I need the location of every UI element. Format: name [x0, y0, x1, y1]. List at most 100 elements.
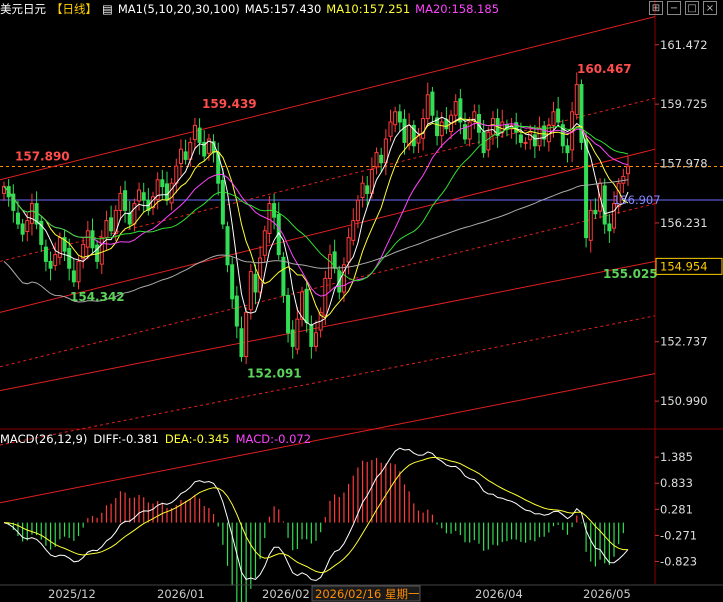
- candle-up: [132, 203, 137, 225]
- candle-down: [234, 295, 239, 327]
- candle-up: [262, 230, 267, 256]
- candle-up: [244, 311, 249, 358]
- candle-up: [472, 111, 477, 120]
- price-tick-label: 159.725: [660, 97, 708, 111]
- period-label[interactable]: 【日线】: [51, 1, 97, 17]
- candle-up: [439, 121, 444, 137]
- ma20-value: MA20:158.185: [415, 2, 500, 16]
- candle-down: [225, 226, 230, 266]
- candle-down: [239, 328, 244, 358]
- candle-down: [197, 127, 202, 143]
- last-price-label: 154.954: [660, 259, 708, 273]
- candle-up: [407, 124, 412, 146]
- candle-down: [402, 118, 407, 143]
- price-annotation: 160.467: [577, 62, 632, 76]
- channel-line: [0, 97, 656, 262]
- candle-up: [99, 237, 104, 265]
- candle-up: [76, 260, 81, 283]
- candle-down: [286, 294, 291, 334]
- price-annotation: 159.439: [202, 97, 257, 111]
- candle-up: [388, 121, 393, 137]
- chart-canvas[interactable]: 157.890 154.342 159.439 152.091 160.467 155.0…: [0, 0, 723, 602]
- candle-up: [537, 128, 542, 147]
- macd-tick-label: 0.833: [660, 476, 693, 490]
- restore-icon[interactable]: □: [685, 1, 699, 15]
- candle-up: [29, 203, 34, 224]
- candle-up: [421, 118, 426, 139]
- time-axis: 2025/12 2026/01 2026/02 2026/04 2026/05 2026/…: [0, 584, 723, 602]
- candle-down: [565, 145, 570, 154]
- candle-down: [43, 246, 48, 262]
- candle-down: [220, 179, 225, 225]
- candle-up: [393, 111, 398, 126]
- candle-down: [183, 151, 188, 160]
- channel-line: [0, 315, 656, 446]
- ma5-value: MA5:157.430: [244, 2, 322, 16]
- candle-up: [355, 199, 360, 222]
- candle-down: [71, 270, 76, 283]
- dea-value: DEA:-0.345: [164, 432, 230, 446]
- candle-up: [174, 165, 179, 184]
- candle-up: [323, 277, 328, 316]
- candle-up: [453, 101, 458, 116]
- candle-up: [57, 237, 62, 258]
- candle-up: [588, 209, 593, 241]
- candle-down: [602, 185, 607, 225]
- candle-up: [425, 94, 430, 120]
- candle-up: [351, 220, 356, 241]
- candle-up: [25, 220, 30, 232]
- candle-down: [281, 256, 286, 296]
- candle-up: [374, 152, 379, 168]
- candle-down: [593, 209, 598, 215]
- symbol-name: 美元日元: [0, 2, 46, 16]
- channel-line: [0, 16, 656, 181]
- candle-up: [104, 220, 109, 239]
- candle-up: [313, 332, 319, 347]
- candle-down: [160, 179, 165, 188]
- macd-tick-label: -0.823: [660, 554, 697, 568]
- price-tick-label: 150.990: [660, 394, 708, 408]
- ma-label: MA1(5,10,20,30,100): [117, 2, 240, 16]
- candle-up: [295, 318, 300, 350]
- chart-header: 美元日元 【日线】 ▤ MA1(5,10,20,30,100) MA5:157.…: [0, 0, 504, 18]
- line-price-label: 156.907: [613, 193, 661, 207]
- candle-down: [20, 223, 25, 235]
- time-tick-label: 2025/12: [48, 587, 96, 601]
- price-tick-label: 156.231: [660, 216, 708, 230]
- price-annotation: 152.091: [247, 367, 302, 381]
- macd-panel: 1.385 0.833 0.281 -0.271 -0.823: [3, 447, 697, 602]
- candle-down: [90, 230, 95, 249]
- diff-value: DIFF:-0.381: [93, 432, 159, 446]
- candle-up: [137, 189, 142, 202]
- candle-down: [48, 260, 53, 269]
- candle-up: [118, 192, 123, 211]
- macd-label: MACD(26,12,9): [0, 432, 88, 446]
- price-tick-label: 161.472: [660, 38, 708, 52]
- price-tick-label: 157.978: [660, 157, 708, 171]
- candle-up: [178, 148, 183, 164]
- candle-down: [15, 212, 20, 225]
- candle-up: [523, 141, 528, 144]
- grid-icon[interactable]: ⊞: [649, 1, 663, 15]
- candle-up: [486, 131, 491, 151]
- candle-up: [248, 271, 253, 311]
- candle-down: [430, 91, 435, 116]
- candle-down: [397, 111, 402, 123]
- price-annotation: 154.342: [70, 290, 125, 304]
- minimize-icon[interactable]: −: [667, 1, 681, 15]
- candle-up: [360, 182, 365, 198]
- price-annotation: 155.025: [603, 267, 658, 281]
- diff-line: [3, 447, 629, 582]
- candle-up: [467, 121, 472, 140]
- candle-down: [109, 217, 114, 232]
- ma-settings-icon[interactable]: ▤: [102, 2, 113, 16]
- time-tick-label: 2026/04: [475, 587, 523, 601]
- candle-up: [551, 111, 556, 126]
- price-tick-label: 152.737: [660, 335, 708, 349]
- candle-down: [379, 154, 384, 164]
- candle-up: [612, 203, 617, 229]
- close-icon[interactable]: ×: [703, 1, 717, 15]
- candle-up: [192, 124, 197, 141]
- candle-down: [141, 192, 146, 201]
- macd-header: MACD(26,12,9) DIFF:-0.381 DEA:-0.345 MAC…: [0, 431, 317, 447]
